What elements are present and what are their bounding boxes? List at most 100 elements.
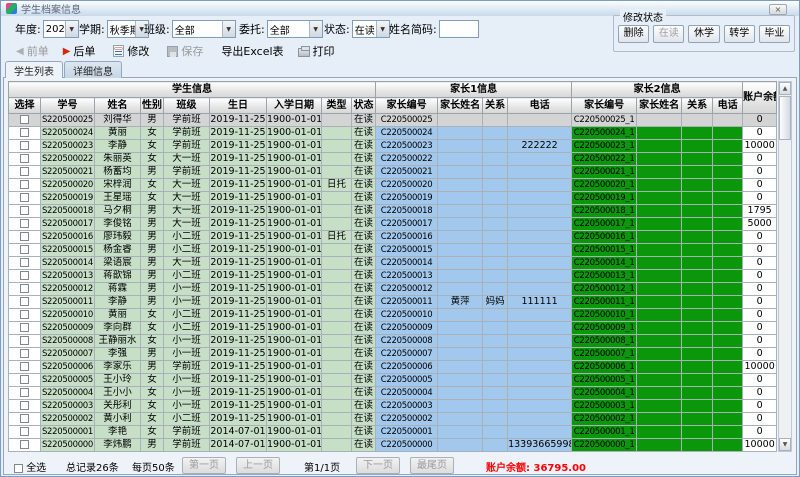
- cell-class: 小二班: [163, 412, 210, 426]
- table-row[interactable]: S220500015 杨金睿男小二班 2019-11-25 1900-01-01 在读 C…: [8, 243, 778, 257]
- class-select[interactable]: 全部 ▼: [171, 20, 236, 38]
- row-checkbox[interactable]: [20, 297, 29, 306]
- table-row[interactable]: S220500002 黄小利女小二班 2019-11-25 1900-01-01 在读 C…: [8, 412, 778, 426]
- cell-parent1-id: C220500016: [375, 230, 439, 244]
- scrollbar-thumb[interactable]: [779, 96, 791, 140]
- cell-name: 马夕桐: [94, 204, 141, 218]
- row-checkbox[interactable]: [20, 258, 29, 267]
- table-row[interactable]: S220500001 李艳女学前班 2014-07-01 1900-01-01 在读 C2…: [8, 425, 778, 439]
- chevron-down-icon[interactable]: ▼: [308, 21, 322, 37]
- cell-class: 学前班: [163, 360, 210, 374]
- print-button[interactable]: 打印: [297, 43, 335, 59]
- table-row[interactable]: S220500006 李家乐男学前班 2019-11-25 1900-01-01 在读 C…: [8, 360, 778, 374]
- table-row[interactable]: S220500008 王静丽水女小一班 2019-11-25 1900-01-01 在读…: [8, 334, 778, 348]
- trust-select[interactable]: 全部 ▼: [266, 20, 323, 38]
- row-checkbox[interactable]: [20, 141, 29, 150]
- row-checkbox[interactable]: [20, 401, 29, 410]
- table-row[interactable]: S220500004 王小小女小一班 2019-11-25 1900-01-01 在读 C…: [8, 386, 778, 400]
- cell-parent2-id: C220500019_1: [571, 191, 638, 205]
- row-checkbox[interactable]: [20, 284, 29, 293]
- row-checkbox[interactable]: [20, 414, 29, 423]
- row-checkbox[interactable]: [20, 349, 29, 358]
- cell-type: 日托: [321, 178, 352, 192]
- table-row[interactable]: S220500017 李俊铭男大一班 2019-11-25 1900-01-01 在读 C…: [8, 217, 778, 231]
- chevron-down-icon[interactable]: ▼: [64, 21, 78, 37]
- cell-enroll-date: 1900-01-01: [266, 295, 322, 309]
- table-row[interactable]: S220500020 宋梓润女大一班 2019-11-25 1900-01-01 日托在…: [8, 178, 778, 192]
- tab-student-list[interactable]: 学生列表: [5, 61, 63, 78]
- row-checkbox[interactable]: [20, 128, 29, 137]
- semester-select[interactable]: 秋季期 ▼: [106, 20, 149, 38]
- chevron-down-icon[interactable]: ▼: [375, 21, 389, 37]
- table-row[interactable]: S220500000 李炜鹏男学前班 2014-07-01 1900-01-01 在读 C…: [8, 438, 778, 452]
- edit-icon: [113, 45, 125, 57]
- cell-birthday: 2019-11-25: [209, 139, 267, 153]
- table-row[interactable]: S220500007 李强男小一班 2019-11-25 1900-01-01 在读 C2…: [8, 347, 778, 361]
- table-row[interactable]: S220500009 李向群女小二班 2019-11-25 1900-01-01 在读 C…: [8, 321, 778, 335]
- select-all-checkbox[interactable]: [14, 463, 23, 473]
- table-row[interactable]: S220500025 刘得华男学前班 2019-11-25 1900-01-01 在读 C…: [8, 113, 778, 127]
- table-row[interactable]: S220500016 廖玮毅男小二班 2019-11-25 1900-01-01 日托在…: [8, 230, 778, 244]
- table-row[interactable]: S220500005 王小玲女小一班 2019-11-25 1900-01-01 在读 C…: [8, 373, 778, 387]
- row-checkbox[interactable]: [20, 440, 29, 449]
- row-checkbox[interactable]: [20, 219, 29, 228]
- cell-status: 在读: [350, 113, 377, 127]
- table-row[interactable]: S220500014 梁语宸男大一班 2019-11-25 1900-01-01 在读 C…: [8, 256, 778, 270]
- cell-parent2-name: [636, 243, 683, 257]
- export-excel-button[interactable]: 导出Excel表: [221, 43, 283, 59]
- table-row[interactable]: S220500023 李静女学前班 2019-11-25 1900-01-01 在读 C2…: [8, 139, 778, 153]
- row-checkbox[interactable]: [20, 193, 29, 202]
- row-checkbox[interactable]: [20, 206, 29, 215]
- cell-enroll-date: 1900-01-01: [266, 412, 322, 426]
- cell-type: [321, 308, 352, 322]
- row-checkbox[interactable]: [20, 154, 29, 163]
- name-code-input[interactable]: [438, 20, 479, 38]
- row-checkbox[interactable]: [20, 232, 29, 241]
- table-row[interactable]: S220500010 黄丽女小二班 2019-11-25 1900-01-01 在读 C2…: [8, 308, 778, 322]
- cell-gender: 男: [140, 282, 164, 296]
- chevron-down-icon[interactable]: ▼: [221, 21, 235, 37]
- vertical-scrollbar[interactable]: ▲ ▼: [778, 81, 792, 452]
- last-page-button: 最尾页: [410, 457, 454, 474]
- row-checkbox[interactable]: [20, 375, 29, 384]
- table-row[interactable]: S220500024 黄丽女学前班 2019-11-25 1900-01-01 在读 C2…: [8, 126, 778, 140]
- cell-type: [321, 438, 352, 452]
- row-checkbox[interactable]: [20, 336, 29, 345]
- cell-status: 在读: [350, 308, 377, 322]
- table-row[interactable]: S220500003 关彤利女小一班 2019-11-25 1900-01-01 在读 C…: [8, 399, 778, 413]
- cell-parent1-phone: [507, 152, 573, 166]
- row-checkbox[interactable]: [20, 167, 29, 176]
- row-checkbox[interactable]: [20, 271, 29, 280]
- row-checkbox[interactable]: [20, 427, 29, 436]
- year-select[interactable]: 2021 ▼: [42, 20, 79, 38]
- select-all-control[interactable]: 全选: [14, 459, 46, 474]
- scroll-up-icon[interactable]: ▲: [779, 82, 791, 95]
- cell-class: 小一班: [163, 373, 210, 387]
- table-row[interactable]: S220500022 朱丽英女大一班 2019-11-25 1900-01-01 在读 C…: [8, 152, 778, 166]
- next-doc-button[interactable]: ▶ 后单: [63, 43, 96, 59]
- table-row[interactable]: S220500019 王星瑶女大一班 2019-11-25 1900-01-01 在读 C…: [8, 191, 778, 205]
- cell-parent2-relation: [681, 126, 714, 140]
- table-row[interactable]: S220500012 蒋霖男小一班 2019-11-25 1900-01-01 在读 C2…: [8, 282, 778, 296]
- row-checkbox[interactable]: [20, 388, 29, 397]
- table-row[interactable]: S220500018 马夕桐男大一班 2019-11-25 1900-01-01 在读 C…: [8, 204, 778, 218]
- table-row[interactable]: S220500021 杨蓄均男学前班 2019-11-25 1900-01-01 在读 C…: [8, 165, 778, 179]
- table-row[interactable]: S220500013 蒋歆锦男小二班 2019-11-25 1900-01-01 在读 C…: [8, 269, 778, 283]
- row-checkbox[interactable]: [20, 362, 29, 371]
- row-checkbox[interactable]: [20, 323, 29, 332]
- tab-detail-info[interactable]: 详细信息: [64, 61, 122, 78]
- row-checkbox[interactable]: [20, 115, 29, 124]
- status-select[interactable]: 在读 ▼: [351, 20, 390, 38]
- column-header-8: 状态: [350, 97, 377, 114]
- table-row[interactable]: S220500011 李静男小一班 2019-11-25 1900-01-01 在读 C2…: [8, 295, 778, 309]
- cell-class: 大一班: [163, 204, 210, 218]
- edit-button[interactable]: 修改: [113, 43, 149, 59]
- scroll-down-icon[interactable]: ▼: [779, 438, 791, 451]
- row-checkbox[interactable]: [20, 310, 29, 319]
- row-checkbox[interactable]: [20, 245, 29, 254]
- cell-status: 在读: [350, 126, 377, 140]
- cell-birthday: 2019-11-25: [209, 243, 267, 257]
- cell-type: [321, 191, 352, 205]
- close-icon[interactable]: ×: [769, 4, 787, 15]
- row-checkbox[interactable]: [20, 180, 29, 189]
